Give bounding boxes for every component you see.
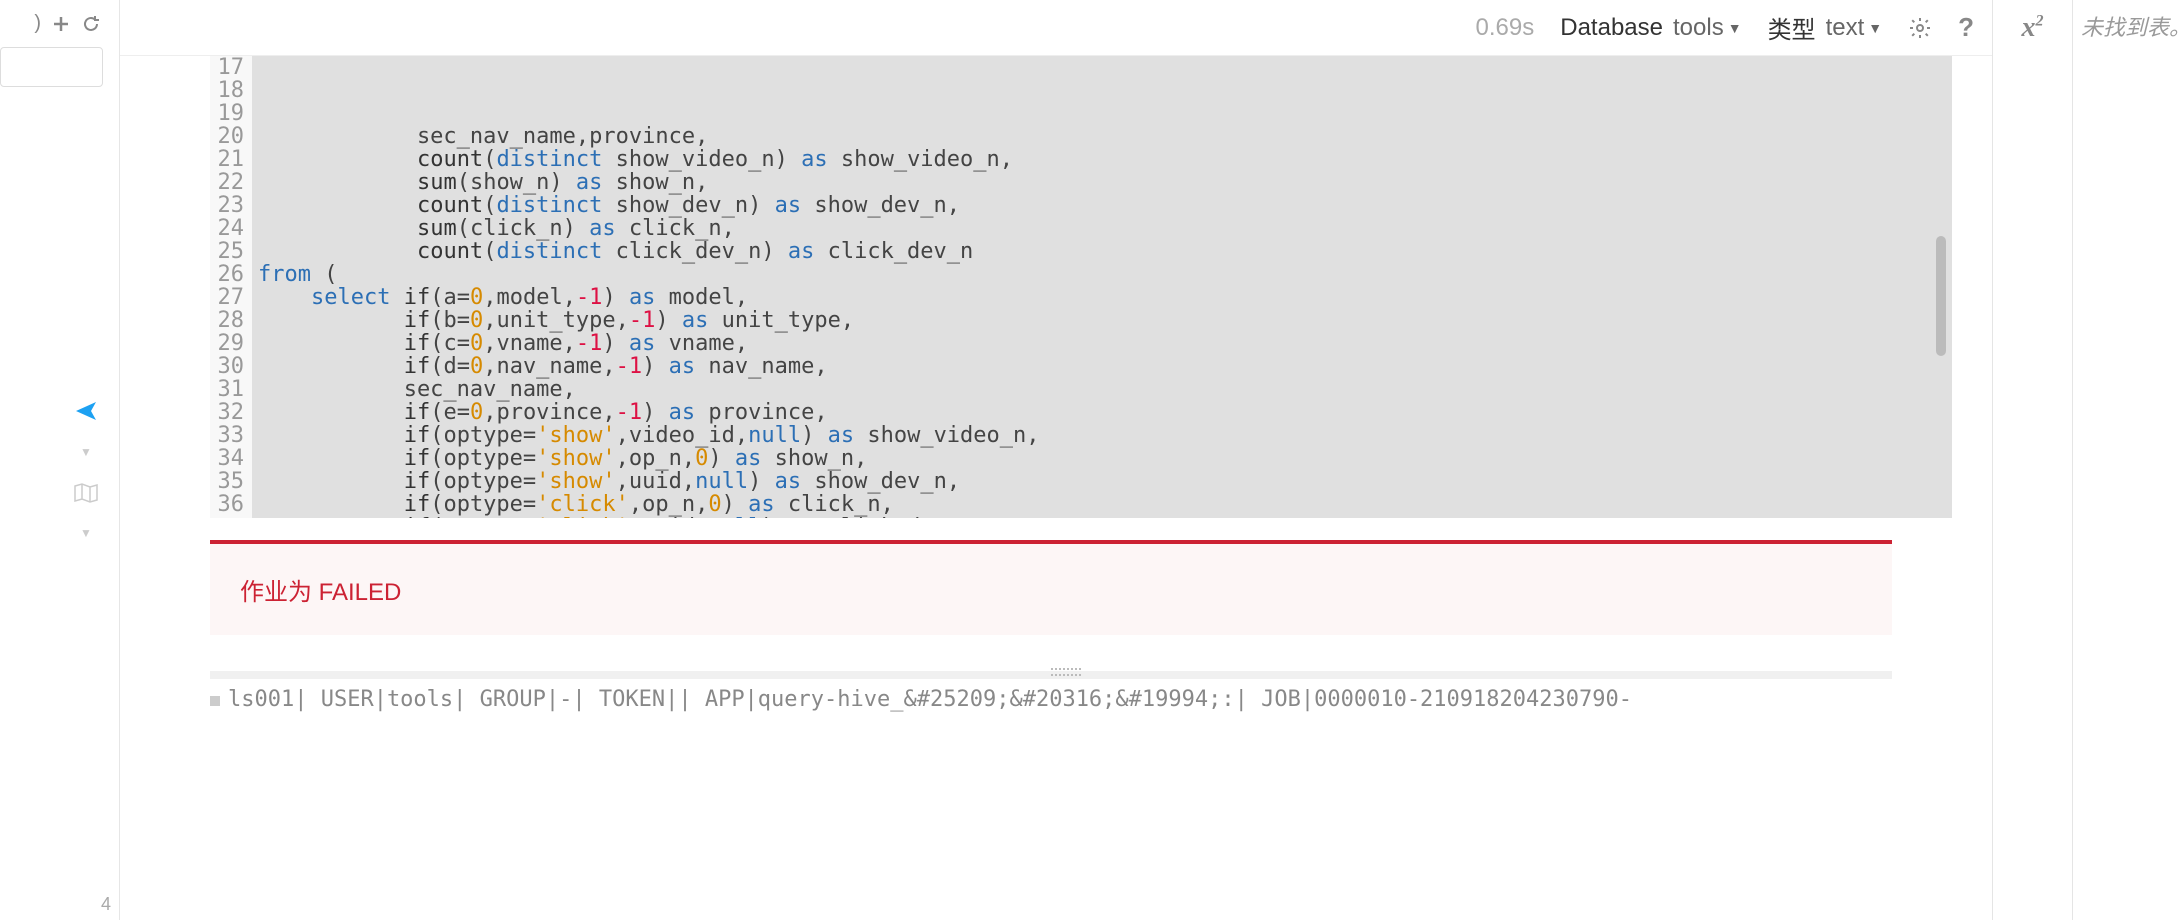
editor-toolbar: 0.69s Database tools ▼ 类型 text ▼ ? [120,0,1992,56]
resize-handle[interactable] [210,671,1892,679]
error-message: 作业为 FAILED [240,579,401,606]
send-icon[interactable] [74,399,98,423]
code-editor[interactable]: 1718192021222324252627282930313233343536… [210,56,1952,518]
query-timing: 0.69s [1476,14,1535,42]
error-alert: 作业为 FAILED [210,540,1892,635]
left-sidebar: ) ▼ ▼ 4 [0,0,120,920]
type-label: 类型 [1768,10,1816,45]
log-bullet-icon [210,696,220,706]
map-icon[interactable] [73,481,99,504]
help-icon[interactable]: ? [1958,12,1974,43]
tables-panel: 未找到表。 [2072,0,2182,920]
chevron-down-icon: ▼ [1868,20,1882,36]
line-numbers: 1718192021222324252627282930313233343536 [210,56,252,518]
gear-icon[interactable] [1908,14,1932,42]
add-icon[interactable] [51,12,71,35]
right-toolbar: x2 [1992,0,2072,920]
editor-panel: 0.69s Database tools ▼ 类型 text ▼ ? [120,0,1992,920]
database-label: Database [1560,14,1663,42]
chevron-down-icon: ▼ [1728,20,1742,36]
chevron-down-icon[interactable]: ▼ [80,445,92,459]
sidebar-bottom-text: 4 [101,894,111,915]
refresh-icon[interactable] [81,12,101,35]
tables-empty-message: 未找到表。 [2081,15,2182,40]
type-dropdown[interactable]: text ▼ [1826,14,1883,42]
log-output: ls001| USER|tools| GROUP|-| TOKEN|| APP|… [210,687,1892,712]
scrollbar-thumb[interactable] [1936,236,1946,356]
chevron-down-icon[interactable]: ▼ [80,526,92,540]
log-text: ls001| USER|tools| GROUP|-| TOKEN|| APP|… [228,687,1632,712]
sidebar-search-input[interactable] [0,47,103,87]
code-content[interactable]: sec_nav_name,province, count(distinct sh… [252,56,1952,518]
sidebar-partial-text: ) [34,12,41,35]
format-icon[interactable]: x2 [1993,12,2072,44]
database-dropdown[interactable]: tools ▼ [1673,14,1742,42]
